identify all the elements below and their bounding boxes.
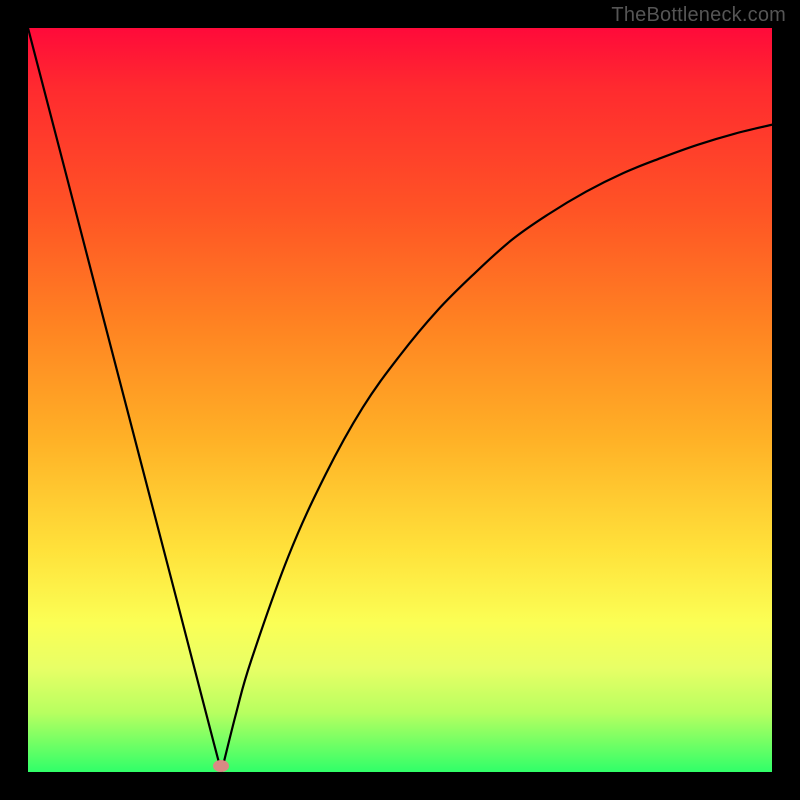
vertex-marker [213,760,229,772]
bottleneck-curve [28,28,772,772]
curve-svg [28,28,772,772]
plot-area [28,28,772,772]
watermark-text: TheBottleneck.com [611,4,786,27]
chart-frame: TheBottleneck.com [0,0,800,800]
